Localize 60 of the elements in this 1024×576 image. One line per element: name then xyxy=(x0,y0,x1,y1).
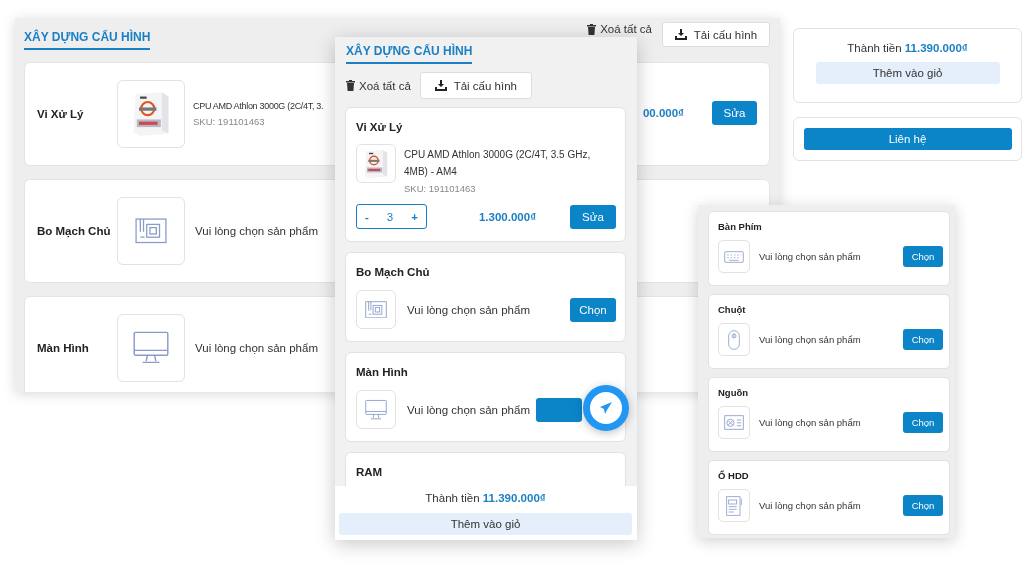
edit-button[interactable]: Sửa xyxy=(570,204,616,229)
select-prompt: Vui lòng chọn sản phẩm xyxy=(407,403,531,416)
select-prompt: Vui lòng chọn sản phẩm xyxy=(195,225,318,237)
edit-button[interactable]: Sửa xyxy=(712,101,757,125)
select-prompt: Vui lòng chọn sản phẩm xyxy=(759,417,862,428)
component-label: Bàn Phím xyxy=(718,221,763,232)
product-name: CPU AMD Athlon 3000G (2C/4T, 3. xyxy=(193,101,325,111)
decrease-button[interactable]: - xyxy=(363,210,371,223)
component-label: Nguồn xyxy=(718,387,750,398)
monitor-icon xyxy=(133,330,169,366)
paper-plane-icon xyxy=(599,401,613,415)
power-supply-icon xyxy=(724,415,744,430)
increase-button[interactable]: + xyxy=(409,210,420,223)
product-name: CPU AMD Athlon 3000G (2C/4T, 3.5 GHz, 4MB) - AM4 xyxy=(404,148,592,179)
component-label: Vi Xử Lý xyxy=(37,108,85,120)
download-icon xyxy=(434,80,447,91)
component-label: Màn Hình xyxy=(37,342,90,354)
product-price: 1.300.000₫ xyxy=(478,210,537,223)
section-title: XÂY DỰNG CẤU HÌNH xyxy=(24,30,151,50)
trash-icon xyxy=(587,23,597,35)
keyboard-icon xyxy=(724,250,744,263)
download-icon xyxy=(674,29,687,40)
section-title: XÂY DỰNG CẤU HÌNH xyxy=(346,44,473,64)
select-prompt: Vui lòng chọn sản phẩm xyxy=(407,303,531,316)
select-button[interactable] xyxy=(536,397,582,422)
select-prompt: Vui lòng chọn sản phẩm xyxy=(759,334,862,345)
hard-drive-icon xyxy=(726,495,742,516)
component-label: Vi Xử Lý xyxy=(356,121,404,133)
motherboard-icon xyxy=(135,218,167,244)
quantity-stepper[interactable]: - 3 + xyxy=(356,204,427,229)
total-price: Thành tiền 11.390.000₫ xyxy=(425,492,546,504)
monitor-icon xyxy=(365,398,387,421)
product-price: 00.000₫ xyxy=(642,107,684,119)
select-button[interactable]: Chọn xyxy=(570,297,616,322)
component-label: Ổ HDD xyxy=(718,470,750,481)
select-prompt: Vui lòng chọn sản phẩm xyxy=(759,251,862,262)
select-button[interactable]: Chọn xyxy=(903,495,943,516)
component-label: Bo Mạch Chủ xyxy=(356,266,431,278)
quantity-value: 3 xyxy=(386,210,394,223)
total-price: Thành tiền 11.390.000₫ xyxy=(847,42,968,54)
component-label: Màn Hình xyxy=(356,366,409,378)
mouse-icon xyxy=(728,329,740,350)
trash-icon xyxy=(346,80,355,91)
select-prompt: Vui lòng chọn sản phẩm xyxy=(759,500,862,511)
component-label: RAM xyxy=(356,466,384,478)
download-config-button[interactable]: Tải cấu hình xyxy=(662,22,770,47)
add-to-cart-button[interactable]: Thêm vào giỏ xyxy=(339,513,632,535)
clear-all-button[interactable]: Xoá tất cả xyxy=(346,79,411,92)
add-to-cart-button[interactable]: Thêm vào giỏ xyxy=(815,62,1000,84)
download-config-button[interactable]: Tải cấu hình xyxy=(419,72,532,99)
clear-all-button[interactable]: Xoá tất cả xyxy=(587,22,652,36)
select-button[interactable]: Chọn xyxy=(903,246,943,267)
product-sku: SKU: 191101463 xyxy=(404,183,477,194)
contact-button[interactable]: Liên hệ xyxy=(803,128,1012,150)
select-button[interactable]: Chọn xyxy=(903,329,943,350)
select-button[interactable]: Chọn xyxy=(903,412,943,433)
motherboard-icon xyxy=(365,300,387,319)
component-label: Bo Mạch Chủ xyxy=(37,225,112,237)
select-prompt: Vui lòng chọn sản phẩm xyxy=(195,342,318,354)
component-label: Chuột xyxy=(718,304,747,315)
